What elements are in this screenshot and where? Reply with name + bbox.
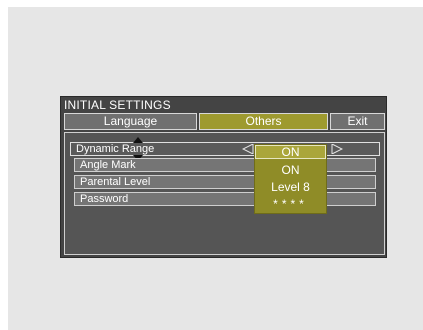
row-dynamic-range[interactable]: Dynamic Range bbox=[70, 137, 380, 161]
row-angle-mark[interactable]: Angle Mark bbox=[74, 158, 376, 172]
dropdown-option-password[interactable]: **** bbox=[255, 197, 326, 211]
tab-language[interactable]: Language bbox=[64, 113, 197, 130]
row-parental-level[interactable]: Parental Level bbox=[74, 175, 376, 189]
right-arrow-icon[interactable] bbox=[331, 144, 343, 154]
screen-background: INITIAL SETTINGS Language Others Exit Dy… bbox=[8, 7, 423, 330]
row-label: Angle Mark bbox=[80, 159, 136, 171]
row-password[interactable]: Password bbox=[74, 192, 376, 206]
dynamic-range-dropdown[interactable]: ON ON Level 8 **** bbox=[254, 144, 327, 214]
left-arrow-icon[interactable] bbox=[242, 144, 254, 154]
dropdown-selected-value[interactable]: ON bbox=[255, 145, 326, 159]
dropdown-option-level[interactable]: Level 8 bbox=[255, 180, 326, 194]
tab-exit[interactable]: Exit bbox=[330, 113, 385, 130]
menu-title: INITIAL SETTINGS bbox=[64, 98, 171, 112]
initial-settings-menu: INITIAL SETTINGS Language Others Exit Dy… bbox=[60, 96, 387, 258]
row-label: Dynamic Range bbox=[76, 143, 155, 155]
settings-panel: Dynamic Range Angle Mark Parental Level … bbox=[64, 132, 385, 255]
row-label: Parental Level bbox=[80, 176, 151, 188]
tab-others[interactable]: Others bbox=[199, 113, 328, 130]
row-label: Password bbox=[80, 193, 129, 205]
dropdown-option-on[interactable]: ON bbox=[255, 163, 326, 177]
